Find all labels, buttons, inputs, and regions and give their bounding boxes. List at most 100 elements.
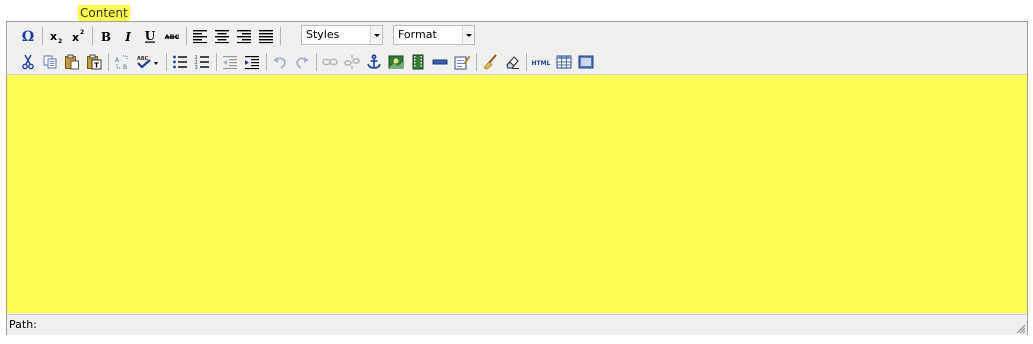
superscript-button[interactable]: x2	[68, 26, 88, 46]
align-justify-button[interactable]	[256, 26, 276, 46]
svg-text:B: B	[101, 30, 111, 44]
resize-handle-icon[interactable]	[1016, 324, 1026, 334]
bold-button[interactable]: B	[96, 26, 116, 46]
toolbar-separator	[166, 53, 167, 71]
svg-text:2: 2	[80, 29, 84, 36]
underline-button[interactable]: U	[140, 26, 160, 46]
align-left-button[interactable]	[190, 26, 210, 46]
toolbar-separator	[526, 53, 527, 71]
anchor-icon	[367, 54, 381, 69]
svg-text:A: A	[115, 57, 120, 64]
media-button[interactable]	[408, 52, 428, 72]
italic-button[interactable]: I	[118, 26, 138, 46]
toolbar-separator	[108, 53, 109, 71]
format-select-value: Format	[398, 28, 437, 41]
editor-statusbar: Path:	[7, 314, 1027, 335]
unlink-icon	[344, 55, 360, 69]
paste-icon	[65, 54, 79, 70]
styles-select[interactable]: Styles	[301, 25, 383, 45]
svg-text:x: x	[72, 31, 79, 44]
underline-icon: U	[145, 29, 156, 43]
html-source-button[interactable]: HTML	[530, 52, 552, 72]
align-right-button[interactable]	[234, 26, 254, 46]
superscript-icon: x2	[72, 29, 84, 44]
paste-text-icon: T	[87, 54, 102, 70]
image-button[interactable]	[386, 52, 406, 72]
indent-button[interactable]	[242, 52, 262, 72]
special-char-button[interactable]: Ω	[18, 26, 38, 46]
svg-text:2: 2	[58, 38, 62, 44]
cut-icon	[22, 54, 34, 70]
copy-icon	[43, 55, 57, 69]
bullet-list-icon	[173, 55, 187, 69]
toolbar-separator	[476, 53, 477, 71]
svg-text:ABC: ABC	[137, 56, 149, 62]
fullscreen-icon	[578, 55, 594, 69]
image-icon	[388, 55, 404, 69]
svg-text:T: T	[94, 62, 99, 70]
remove-format-icon	[506, 56, 519, 69]
toolbar-row-2: T AB ABC 123 HTML	[18, 51, 598, 73]
paste-text-button[interactable]: T	[84, 52, 104, 72]
undo-button[interactable]	[270, 52, 290, 72]
anchor-button[interactable]	[364, 52, 384, 72]
chevron-down-icon	[462, 26, 474, 44]
html-icon: HTML	[532, 60, 551, 67]
subscript-button[interactable]: x2	[46, 26, 66, 46]
align-left-icon	[193, 30, 207, 44]
edit-icon	[454, 55, 470, 70]
editor-toolbar: Ω x2 x2 B I U ABC Styles Format T A B AB…	[7, 22, 1027, 75]
bold-icon: B	[101, 30, 111, 44]
numbered-list-icon: 123	[195, 55, 209, 70]
align-center-icon	[215, 30, 229, 44]
unlink-button[interactable]	[342, 52, 362, 72]
editor-content-area[interactable]	[7, 75, 1027, 313]
rich-text-editor: Ω x2 x2 B I U ABC Styles Format T A B AB…	[6, 21, 1028, 335]
toolbar-separator	[42, 27, 43, 45]
format-select[interactable]: Format	[393, 25, 475, 45]
svg-text:Ω: Ω	[22, 29, 34, 44]
find-replace-icon: AB	[115, 55, 128, 70]
outdent-icon	[223, 56, 237, 70]
svg-text:3: 3	[195, 65, 198, 70]
svg-text:B: B	[123, 64, 127, 70]
indent-icon	[245, 56, 259, 70]
align-right-icon	[237, 30, 251, 44]
paste-button[interactable]	[62, 52, 82, 72]
strikethrough-icon: ABC	[165, 33, 180, 41]
cut-button[interactable]	[18, 52, 38, 72]
remove-format-button[interactable]	[502, 52, 522, 72]
align-center-button[interactable]	[212, 26, 232, 46]
path-label: Path:	[9, 318, 37, 331]
italic-icon: I	[124, 30, 131, 44]
fullscreen-button[interactable]	[576, 52, 596, 72]
find-replace-button[interactable]: AB	[112, 52, 132, 72]
link-icon	[322, 58, 338, 66]
omega-icon: Ω	[22, 29, 34, 44]
cleanup-button[interactable]	[480, 52, 500, 72]
redo-button[interactable]	[292, 52, 312, 72]
align-justify-icon	[259, 30, 273, 44]
edit-button[interactable]	[452, 52, 472, 72]
undo-icon	[273, 57, 286, 69]
horizontal-rule-icon	[432, 59, 448, 65]
numbered-list-button[interactable]: 123	[192, 52, 212, 72]
table-icon	[556, 55, 572, 69]
outdent-button[interactable]	[220, 52, 240, 72]
svg-text:I: I	[124, 30, 131, 44]
horizontal-rule-button[interactable]	[430, 52, 450, 72]
toolbar-row-1: Ω x2 x2 B I U ABC	[18, 25, 284, 47]
table-button[interactable]	[554, 52, 574, 72]
field-label: Content	[78, 5, 130, 21]
toolbar-separator	[280, 27, 281, 45]
bullet-list-button[interactable]	[170, 52, 190, 72]
strikethrough-button[interactable]: ABC	[162, 26, 182, 46]
toolbar-separator	[216, 53, 217, 71]
svg-text:x: x	[50, 30, 57, 43]
link-button[interactable]	[320, 52, 340, 72]
toolbar-separator	[92, 27, 93, 45]
spellcheck-button[interactable]: ABC	[134, 52, 162, 72]
redo-icon	[296, 57, 309, 69]
copy-button[interactable]	[40, 52, 60, 72]
toolbar-separator	[316, 53, 317, 71]
